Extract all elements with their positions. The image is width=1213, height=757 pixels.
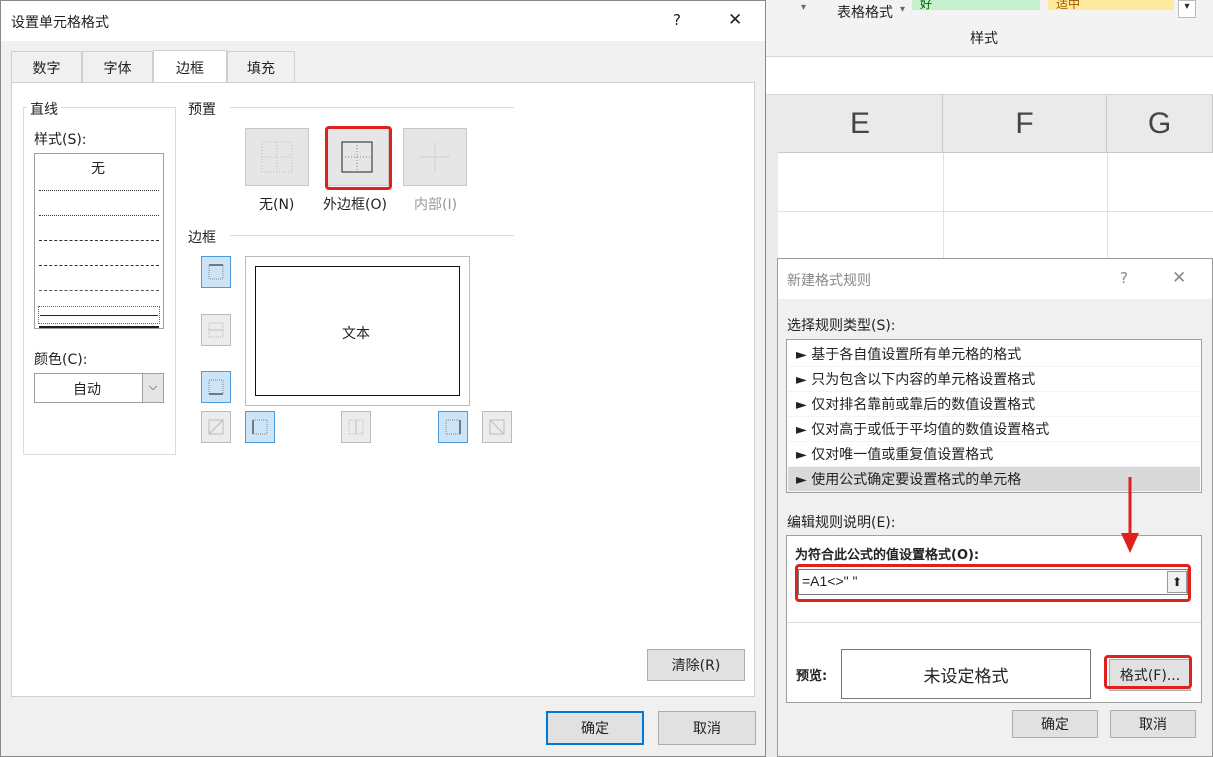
- rule-type-item[interactable]: ► 只为包含以下内容的单元格设置格式: [788, 367, 1200, 392]
- clear-button[interactable]: 清除(R): [647, 649, 745, 681]
- border-middle-h-button[interactable]: [201, 314, 231, 346]
- highlight-formula: [795, 564, 1191, 602]
- preview-label: 预览:: [796, 669, 828, 684]
- line-style-dotted[interactable]: [39, 190, 159, 191]
- line-group-label: 直线: [27, 99, 61, 119]
- preset-inside-icon: [419, 141, 451, 173]
- highlight-format-button: [1104, 655, 1192, 689]
- ok-button[interactable]: 确定: [546, 711, 644, 745]
- table-format-button[interactable]: 表格格式: [837, 2, 893, 22]
- line-style-selected[interactable]: [38, 306, 160, 324]
- formula-bar[interactable]: [765, 57, 1213, 95]
- rule-type-item[interactable]: ► 基于各自值设置所有单元格的格式: [788, 342, 1200, 367]
- new-rule-dialog: 新建格式规则 ? ✕ 选择规则类型(S): ► 基于各自值设置所有单元格的格式 …: [777, 258, 1213, 757]
- cancel-button[interactable]: 取消: [658, 711, 756, 745]
- format-cells-dialog: 设置单元格格式 ? ✕ 数字 字体 边框 填充 直线 样式(S): 无 颜色(C…: [0, 0, 766, 757]
- ok-button[interactable]: 确定: [1012, 710, 1098, 738]
- dropdown-arrow-icon[interactable]: ▾: [801, 2, 806, 13]
- format-preview: 未设定格式: [841, 649, 1091, 699]
- rule-type-list[interactable]: ► 基于各自值设置所有单元格的格式 ► 只为包含以下内容的单元格设置格式 ► 仅…: [786, 339, 1202, 493]
- chevron-down-icon[interactable]: ▾: [900, 4, 905, 15]
- chevron-down-icon[interactable]: ⌵: [142, 374, 163, 402]
- column-header-e[interactable]: E: [778, 95, 943, 153]
- select-rule-type-label: 选择规则类型(S):: [787, 318, 896, 334]
- border-preview[interactable]: 文本: [245, 256, 470, 406]
- dialog-title: 新建格式规则: [787, 273, 871, 289]
- grid-line: [778, 211, 1213, 212]
- help-button[interactable]: ?: [1120, 269, 1128, 287]
- close-button[interactable]: ✕: [728, 10, 742, 30]
- line-style-none[interactable]: 无: [91, 158, 105, 178]
- border-top-button[interactable]: [201, 256, 231, 288]
- dialog-title: 设置单元格格式: [11, 15, 109, 31]
- line-style-list[interactable]: 无: [34, 153, 164, 329]
- line-style-medium[interactable]: [39, 326, 159, 328]
- formula-label: 为符合此公式的值设置格式(O):: [795, 548, 980, 563]
- preview-text: 文本: [342, 326, 370, 342]
- color-value: 自动: [73, 382, 101, 398]
- line-style-hair[interactable]: [39, 215, 159, 216]
- color-label: 颜色(C):: [34, 352, 88, 368]
- edit-desc-label: 编辑规则说明(E):: [787, 515, 896, 531]
- border-panel: 直线 样式(S): 无 颜色(C): 自动 ⌵ 预置 无(N) 外边框(O) 内…: [11, 82, 755, 697]
- gallery-scroll-button[interactable]: ▾: [1178, 0, 1196, 18]
- border-bottom-button[interactable]: [201, 371, 231, 403]
- border-group-label: 边框: [188, 230, 216, 246]
- border-left-button[interactable]: [245, 411, 275, 443]
- tab-fill[interactable]: 填充: [227, 51, 295, 83]
- preset-inside-button[interactable]: [403, 128, 467, 186]
- column-header-f[interactable]: F: [943, 95, 1107, 153]
- border-diag-down-button[interactable]: [482, 411, 512, 443]
- preset-none-button[interactable]: [245, 128, 309, 186]
- color-dropdown[interactable]: 自动 ⌵: [34, 373, 164, 403]
- line-style-dashed[interactable]: [39, 290, 159, 291]
- style-label: 样式(S):: [34, 132, 87, 148]
- preset-group-label: 预置: [188, 102, 216, 118]
- preset-outline-label: 外边框(O): [323, 197, 387, 213]
- tab-number[interactable]: 数字: [11, 51, 82, 83]
- rule-type-item[interactable]: ► 仅对唯一值或重复值设置格式: [788, 442, 1200, 467]
- border-diag-up-button[interactable]: [201, 411, 231, 443]
- column-header-g[interactable]: G: [1107, 95, 1213, 153]
- line-style-dashdot[interactable]: [39, 240, 159, 241]
- divider: [787, 622, 1201, 623]
- tab-font[interactable]: 字体: [82, 51, 153, 83]
- divider: [230, 107, 514, 108]
- ribbon: ▾ 表格格式 ▾ 好 适中 ▾ 样式: [765, 0, 1213, 57]
- rule-type-item[interactable]: ► 仅对高于或低于平均值的数值设置格式: [788, 417, 1200, 442]
- preset-none-label: 无(N): [259, 197, 295, 213]
- line-style-dashdotdot[interactable]: [39, 265, 159, 266]
- style-group-label: 样式: [970, 31, 998, 47]
- rule-type-item[interactable]: ► 仅对排名靠前或靠后的数值设置格式: [788, 392, 1200, 417]
- divider: [230, 235, 514, 236]
- arrow-down-icon: [1121, 477, 1139, 553]
- close-button[interactable]: ✕: [1172, 268, 1186, 288]
- tab-border[interactable]: 边框: [153, 50, 227, 84]
- preset-inside-label: 内部(I): [414, 197, 458, 213]
- preset-none-icon: [261, 141, 293, 173]
- style-good[interactable]: 好: [912, 0, 1040, 10]
- dialog-titlebar: [1, 1, 765, 41]
- style-neutral[interactable]: 适中: [1048, 0, 1174, 10]
- cancel-button[interactable]: 取消: [1110, 710, 1196, 738]
- border-right-button[interactable]: [438, 411, 468, 443]
- help-button[interactable]: ?: [673, 11, 681, 29]
- border-middle-v-button[interactable]: [341, 411, 371, 443]
- highlight-outline-preset: [325, 126, 392, 190]
